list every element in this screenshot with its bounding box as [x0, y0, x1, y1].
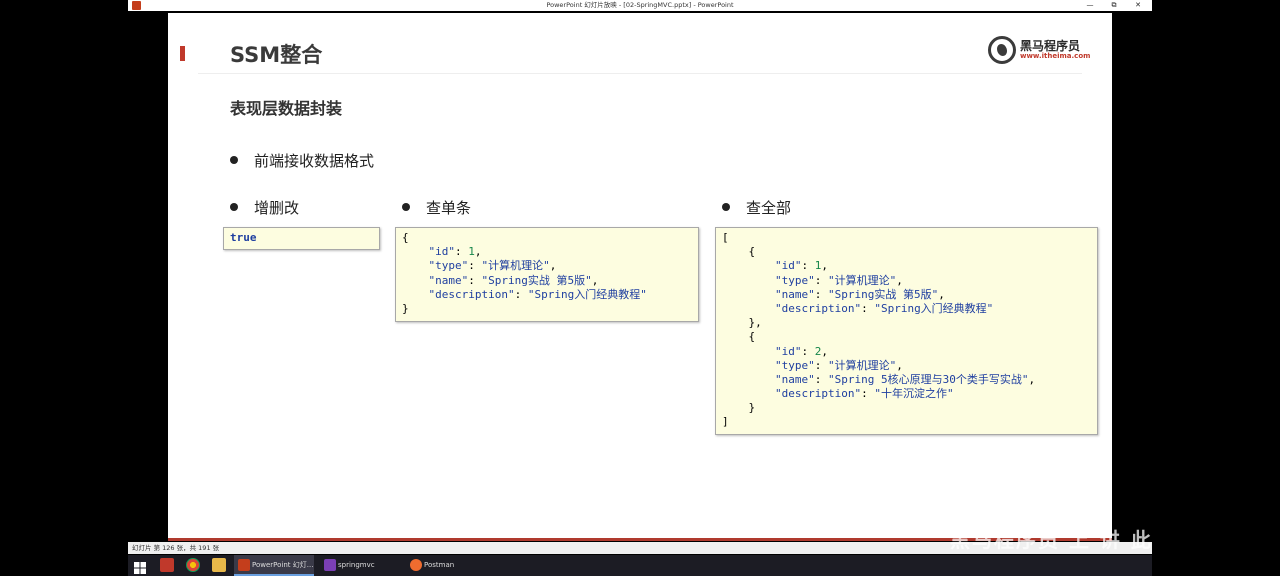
- taskbar-item-label: Postman: [424, 561, 455, 569]
- minimize-button[interactable]: —: [1080, 0, 1100, 11]
- slide-title: SSM整合: [230, 43, 323, 67]
- code-line: {: [402, 231, 409, 244]
- bullet-dot-icon: [230, 202, 238, 211]
- code-line: },: [722, 316, 762, 330]
- itheima-logo: 黑马程序员 www.itheima.com: [988, 35, 1091, 65]
- file-explorer-icon[interactable]: [212, 558, 226, 572]
- code-line: "name": "Spring实战 第5版",: [428, 273, 599, 287]
- maximize-button[interactable]: ⧉: [1104, 0, 1124, 11]
- bullet-main: 前端接收数据格式: [230, 150, 374, 171]
- code-line: {: [722, 245, 756, 259]
- taskbar-item-springmvc[interactable]: springmvc: [320, 555, 400, 576]
- code-line: ]: [722, 415, 729, 429]
- app-red-icon[interactable]: [160, 558, 174, 572]
- bullet-single-label: 查单条: [426, 199, 472, 217]
- code-box-all: [ { "id": 1, "type": "计算机理论", "name": "S…: [715, 227, 1098, 435]
- taskbar: PowerPoint 幻灯... springmvc Postman: [128, 555, 1152, 576]
- code-line: "name": "Spring 5核心原理与30个类手写实战",: [774, 372, 1036, 386]
- bullet-all: 查全部: [722, 197, 791, 218]
- bullet-single: 查单条: [402, 197, 471, 218]
- window-title: PowerPoint 幻灯片放映 - [02-SpringMVC.pptx] -…: [546, 1, 734, 9]
- bullet-cud: 增删改: [230, 197, 299, 218]
- code-box-cud: true: [223, 227, 380, 250]
- taskbar-item-powerpoint[interactable]: PowerPoint 幻灯...: [234, 555, 314, 576]
- video-watermark: 黑马程序员 上 讲 此: [950, 528, 1153, 552]
- code-line: "id": 2,: [774, 344, 828, 358]
- code-line: "description": "十年沉淀之作": [774, 387, 954, 401]
- taskbar-item-label: springmvc: [338, 561, 375, 569]
- bullet-cud-label: 增删改: [254, 199, 300, 217]
- bullet-dot-icon: [722, 202, 730, 211]
- code-line: "type": "计算机理论",: [774, 358, 903, 372]
- bullet-dot-icon: [230, 155, 238, 164]
- code-line: {: [722, 330, 756, 344]
- code-line: "id": 1,: [774, 259, 828, 273]
- bullet-all-label: 查全部: [746, 199, 792, 217]
- code-line: "type": "计算机理论",: [774, 273, 903, 287]
- windows-start-icon[interactable]: [134, 559, 146, 574]
- code-line: "name": "Spring实战 第5版",: [774, 287, 945, 301]
- title-divider: [198, 73, 1082, 74]
- intellij-icon: [324, 559, 336, 571]
- code-line: }: [402, 301, 409, 315]
- taskbar-item-postman[interactable]: Postman: [406, 555, 486, 576]
- close-button[interactable]: ✕: [1128, 0, 1148, 11]
- code-line: "type": "计算机理论",: [428, 259, 557, 273]
- code-line: "description": "Spring入门经典教程": [774, 301, 994, 315]
- code-box-single: { "id": 1, "type": "计算机理论", "name": "Spr…: [395, 227, 699, 322]
- horse-logo-icon: [988, 36, 1016, 64]
- bullet-dot-icon: [402, 202, 410, 211]
- code-line: "id": 1,: [428, 245, 482, 259]
- window-titlebar: PowerPoint 幻灯片放映 - [02-SpringMVC.pptx] -…: [128, 0, 1152, 11]
- taskbar-item-label: PowerPoint 幻灯...: [252, 561, 314, 569]
- postman-icon: [410, 559, 422, 571]
- slide-subtitle: 表现层数据封装: [230, 99, 343, 118]
- slide-canvas[interactable]: SSM整合 黑马程序员 www.itheima.com 表现层数据封装 前端接收…: [168, 13, 1112, 539]
- logo-url-text: www.itheima.com: [1020, 52, 1091, 60]
- code-line: }: [722, 401, 756, 415]
- chrome-icon[interactable]: [186, 558, 200, 572]
- code-line: [: [722, 231, 729, 244]
- code-line: "description": "Spring入门经典教程": [428, 287, 647, 301]
- powerpoint-icon: [238, 559, 250, 571]
- bullet-main-label: 前端接收数据格式: [254, 152, 375, 170]
- title-accent-bar: [180, 46, 185, 61]
- code-line: true: [230, 231, 257, 244]
- slide-counter: 幻灯片 第 126 张，共 191 张: [132, 544, 220, 552]
